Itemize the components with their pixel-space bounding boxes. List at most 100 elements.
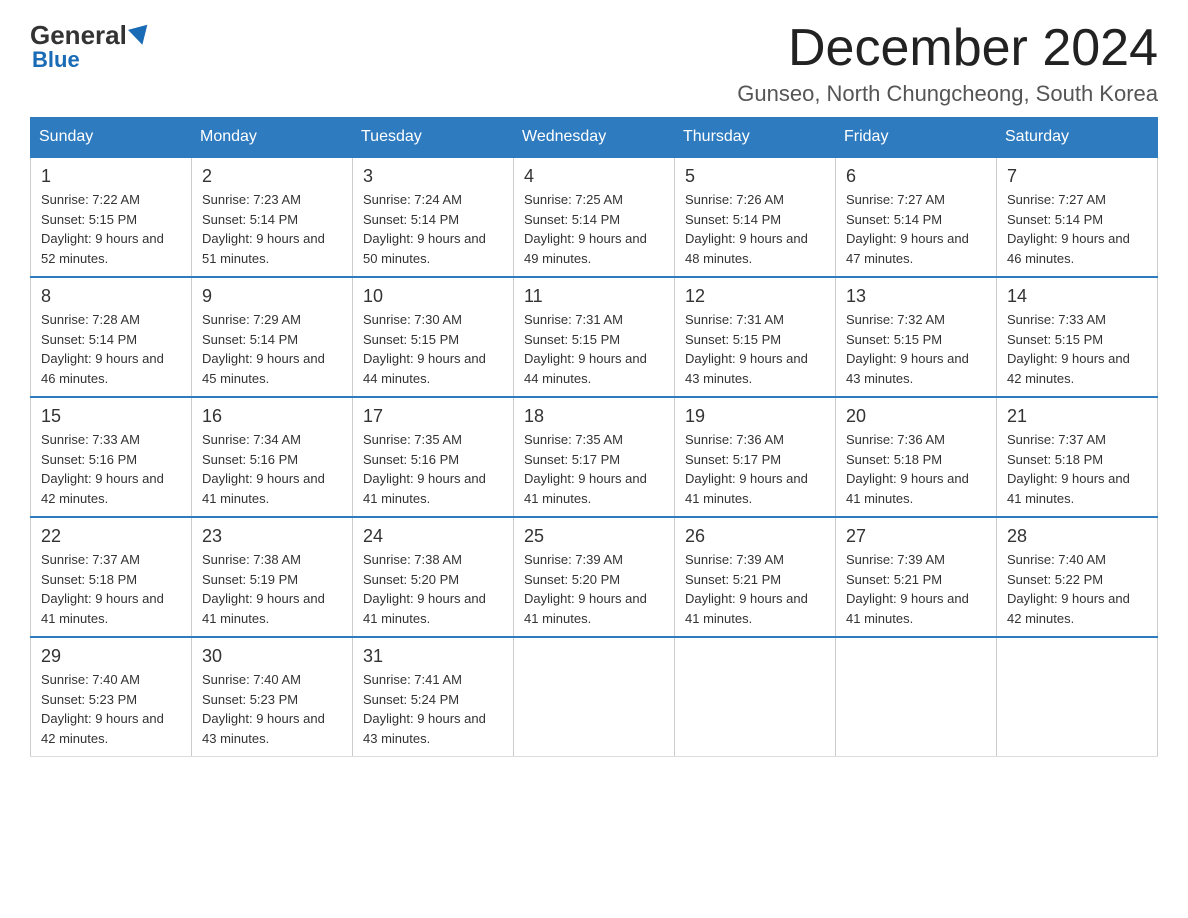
calendar-cell: 27 Sunrise: 7:39 AMSunset: 5:21 PMDayligh… [836, 517, 997, 637]
calendar-cell: 1 Sunrise: 7:22 AMSunset: 5:15 PMDaylight… [31, 157, 192, 277]
calendar-cell: 8Sunrise: 7:28 AMSunset: 5:14 PMDaylight… [31, 277, 192, 397]
calendar-cell [675, 637, 836, 757]
day-number: 22 [41, 526, 181, 547]
day-number: 13 [846, 286, 986, 307]
calendar-cell: 21 Sunrise: 7:37 AMSunset: 5:18 PMDayligh… [997, 397, 1158, 517]
day-number: 9 [202, 286, 342, 307]
day-info: Sunrise: 7:38 AMSunset: 5:19 PMDaylight:… [202, 550, 342, 628]
day-header-wednesday: Wednesday [514, 118, 675, 158]
calendar-cell: 20 Sunrise: 7:36 AMSunset: 5:18 PMDayligh… [836, 397, 997, 517]
day-info: Sunrise: 7:35 AMSunset: 5:17 PMDaylight:… [524, 430, 664, 508]
day-header-friday: Friday [836, 118, 997, 158]
calendar-week-3: 15 Sunrise: 7:33 AMSunset: 5:16 PMDayligh… [31, 397, 1158, 517]
day-info: Sunrise: 7:40 AMSunset: 5:23 PMDaylight:… [202, 670, 342, 748]
day-number: 11 [524, 286, 664, 307]
location-title: Gunseo, North Chungcheong, South Korea [737, 81, 1158, 107]
day-info: Sunrise: 7:27 AMSunset: 5:14 PMDaylight:… [846, 190, 986, 268]
logo: General Blue [30, 20, 144, 73]
calendar-cell: 12Sunrise: 7:31 AMSunset: 5:15 PMDayligh… [675, 277, 836, 397]
day-number: 27 [846, 526, 986, 547]
day-info: Sunrise: 7:34 AMSunset: 5:16 PMDaylight:… [202, 430, 342, 508]
calendar-week-4: 22 Sunrise: 7:37 AMSunset: 5:18 PMDayligh… [31, 517, 1158, 637]
day-info: Sunrise: 7:29 AMSunset: 5:14 PMDaylight:… [202, 310, 342, 388]
month-title: December 2024 [737, 20, 1158, 77]
calendar-week-1: 1 Sunrise: 7:22 AMSunset: 5:15 PMDaylight… [31, 157, 1158, 277]
day-info: Sunrise: 7:33 AMSunset: 5:16 PMDaylight:… [41, 430, 181, 508]
calendar-cell: 18Sunrise: 7:35 AMSunset: 5:17 PMDayligh… [514, 397, 675, 517]
day-number: 16 [202, 406, 342, 427]
calendar-cell: 15 Sunrise: 7:33 AMSunset: 5:16 PMDayligh… [31, 397, 192, 517]
day-info: Sunrise: 7:31 AMSunset: 5:15 PMDaylight:… [685, 310, 825, 388]
day-number: 23 [202, 526, 342, 547]
calendar-cell: 22 Sunrise: 7:37 AMSunset: 5:18 PMDayligh… [31, 517, 192, 637]
day-number: 24 [363, 526, 503, 547]
calendar-cell: 9 Sunrise: 7:29 AMSunset: 5:14 PMDaylight… [192, 277, 353, 397]
day-info: Sunrise: 7:23 AMSunset: 5:14 PMDaylight:… [202, 190, 342, 268]
day-info: Sunrise: 7:37 AMSunset: 5:18 PMDaylight:… [1007, 430, 1147, 508]
calendar-header-row: SundayMondayTuesdayWednesdayThursdayFrid… [31, 118, 1158, 158]
calendar-cell: 31Sunrise: 7:41 AMSunset: 5:24 PMDayligh… [353, 637, 514, 757]
calendar-cell: 14 Sunrise: 7:33 AMSunset: 5:15 PMDayligh… [997, 277, 1158, 397]
day-number: 1 [41, 166, 181, 187]
day-info: Sunrise: 7:36 AMSunset: 5:17 PMDaylight:… [685, 430, 825, 508]
logo-blue-text: Blue [32, 47, 80, 73]
calendar-cell [997, 637, 1158, 757]
calendar-cell: 23 Sunrise: 7:38 AMSunset: 5:19 PMDayligh… [192, 517, 353, 637]
day-header-sunday: Sunday [31, 118, 192, 158]
day-info: Sunrise: 7:25 AMSunset: 5:14 PMDaylight:… [524, 190, 664, 268]
calendar-cell: 6 Sunrise: 7:27 AMSunset: 5:14 PMDaylight… [836, 157, 997, 277]
day-number: 3 [363, 166, 503, 187]
calendar-cell: 10 Sunrise: 7:30 AMSunset: 5:15 PMDayligh… [353, 277, 514, 397]
calendar-cell: 13Sunrise: 7:32 AMSunset: 5:15 PMDayligh… [836, 277, 997, 397]
day-number: 19 [685, 406, 825, 427]
day-number: 4 [524, 166, 664, 187]
day-number: 21 [1007, 406, 1147, 427]
day-number: 20 [846, 406, 986, 427]
day-number: 30 [202, 646, 342, 667]
calendar-cell: 4 Sunrise: 7:25 AMSunset: 5:14 PMDaylight… [514, 157, 675, 277]
day-number: 10 [363, 286, 503, 307]
calendar-cell: 2 Sunrise: 7:23 AMSunset: 5:14 PMDaylight… [192, 157, 353, 277]
day-number: 6 [846, 166, 986, 187]
calendar-cell: 25 Sunrise: 7:39 AMSunset: 5:20 PMDayligh… [514, 517, 675, 637]
day-number: 29 [41, 646, 181, 667]
day-info: Sunrise: 7:28 AMSunset: 5:14 PMDaylight:… [41, 310, 181, 388]
calendar-cell: 16 Sunrise: 7:34 AMSunset: 5:16 PMDayligh… [192, 397, 353, 517]
calendar-cell [836, 637, 997, 757]
day-header-monday: Monday [192, 118, 353, 158]
calendar-table: SundayMondayTuesdayWednesdayThursdayFrid… [30, 117, 1158, 757]
day-number: 7 [1007, 166, 1147, 187]
day-info: Sunrise: 7:33 AMSunset: 5:15 PMDaylight:… [1007, 310, 1147, 388]
day-number: 28 [1007, 526, 1147, 547]
day-number: 2 [202, 166, 342, 187]
day-number: 14 [1007, 286, 1147, 307]
day-number: 25 [524, 526, 664, 547]
day-info: Sunrise: 7:36 AMSunset: 5:18 PMDaylight:… [846, 430, 986, 508]
calendar-cell: 11 Sunrise: 7:31 AMSunset: 5:15 PMDayligh… [514, 277, 675, 397]
day-info: Sunrise: 7:39 AMSunset: 5:21 PMDaylight:… [846, 550, 986, 628]
calendar-cell: 7Sunrise: 7:27 AMSunset: 5:14 PMDaylight… [997, 157, 1158, 277]
calendar-week-2: 8Sunrise: 7:28 AMSunset: 5:14 PMDaylight… [31, 277, 1158, 397]
day-header-saturday: Saturday [997, 118, 1158, 158]
day-info: Sunrise: 7:39 AMSunset: 5:20 PMDaylight:… [524, 550, 664, 628]
calendar-cell: 26Sunrise: 7:39 AMSunset: 5:21 PMDayligh… [675, 517, 836, 637]
day-header-tuesday: Tuesday [353, 118, 514, 158]
day-info: Sunrise: 7:30 AMSunset: 5:15 PMDaylight:… [363, 310, 503, 388]
day-number: 31 [363, 646, 503, 667]
day-number: 26 [685, 526, 825, 547]
day-info: Sunrise: 7:31 AMSunset: 5:15 PMDaylight:… [524, 310, 664, 388]
title-area: December 2024 Gunseo, North Chungcheong,… [737, 20, 1158, 107]
day-number: 5 [685, 166, 825, 187]
day-info: Sunrise: 7:35 AMSunset: 5:16 PMDaylight:… [363, 430, 503, 508]
day-info: Sunrise: 7:40 AMSunset: 5:23 PMDaylight:… [41, 670, 181, 748]
day-info: Sunrise: 7:26 AMSunset: 5:14 PMDaylight:… [685, 190, 825, 268]
day-number: 15 [41, 406, 181, 427]
calendar-cell: 17 Sunrise: 7:35 AMSunset: 5:16 PMDayligh… [353, 397, 514, 517]
calendar-cell: 24Sunrise: 7:38 AMSunset: 5:20 PMDayligh… [353, 517, 514, 637]
day-info: Sunrise: 7:37 AMSunset: 5:18 PMDaylight:… [41, 550, 181, 628]
calendar-cell: 30 Sunrise: 7:40 AMSunset: 5:23 PMDayligh… [192, 637, 353, 757]
calendar-cell: 29 Sunrise: 7:40 AMSunset: 5:23 PMDayligh… [31, 637, 192, 757]
page-header: General Blue December 2024 Gunseo, North… [30, 20, 1158, 107]
day-number: 17 [363, 406, 503, 427]
day-info: Sunrise: 7:22 AMSunset: 5:15 PMDaylight:… [41, 190, 181, 268]
